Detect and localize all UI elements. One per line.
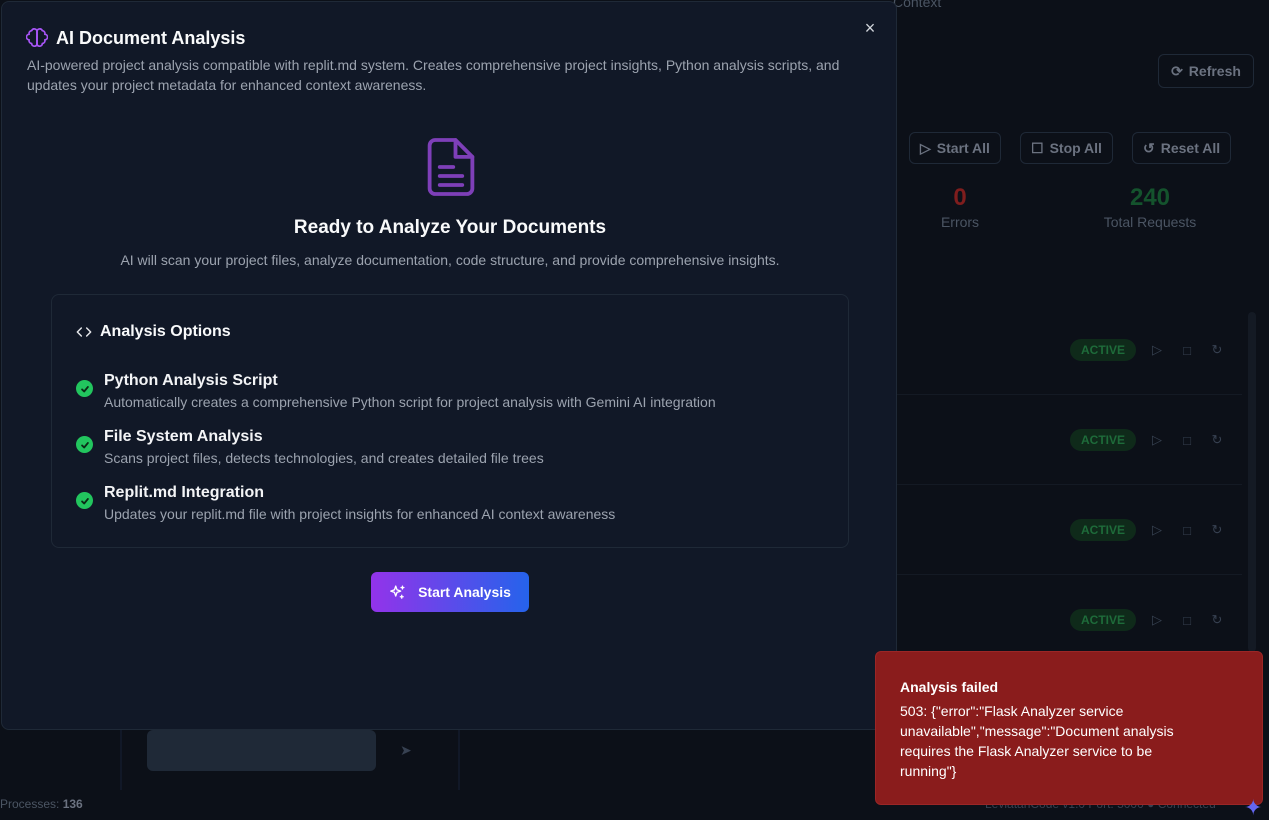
play-icon: ▷	[920, 139, 931, 156]
stop-icon[interactable]: □	[1175, 338, 1199, 362]
stop-icon[interactable]: □	[1175, 428, 1199, 452]
empty-state-description: AI will scan your project files, analyze…	[120, 252, 780, 268]
refresh-button[interactable]: ⟳ Refresh	[1158, 54, 1254, 88]
stop-icon: ☐	[1031, 139, 1044, 156]
toast-title: Analysis failed	[900, 679, 999, 695]
total-requests-label: Total Requests	[1103, 214, 1197, 230]
analysis-options-header: Analysis Options	[76, 323, 231, 341]
start-all-button[interactable]: ▷ Start All	[909, 132, 1001, 164]
error-toast[interactable]: Analysis failed 503: {"error":"Flask Ana…	[875, 651, 1263, 805]
analysis-options-title: Analysis Options	[100, 323, 231, 340]
total-requests-value: 240	[1129, 184, 1171, 211]
option-title: Python Analysis Script	[104, 372, 278, 389]
chat-input[interactable]	[147, 730, 376, 771]
dialog-description: AI-powered project analysis compatible w…	[27, 57, 840, 93]
file-text-icon	[427, 138, 475, 196]
errors-label: Errors	[940, 214, 980, 230]
play-icon[interactable]: ▷	[1145, 518, 1169, 542]
close-icon[interactable]: ×	[860, 18, 880, 38]
empty-state-title: Ready to Analyze Your Documents	[293, 217, 607, 238]
status-processes: Processes: 136	[0, 797, 83, 811]
option-replit-md-integration: Replit.md Integration Updates your repli…	[76, 483, 615, 523]
option-description: Automatically creates a comprehensive Py…	[104, 394, 716, 410]
ai-document-analysis-dialog: × AI Document Analysis AI-powered projec…	[1, 1, 897, 730]
toast-message: 503: {"error":"Flask Analyzer service un…	[900, 703, 1174, 779]
restart-icon[interactable]: ↻	[1205, 338, 1229, 362]
stop-all-button[interactable]: ☐ Stop All	[1020, 132, 1113, 164]
option-title: Replit.md Integration	[104, 484, 264, 501]
status-badge: ACTIVE	[1070, 609, 1136, 631]
option-description: Scans project files, detects technologie…	[104, 450, 544, 466]
option-python-analysis-script: Python Analysis Script Automatically cre…	[76, 371, 716, 411]
status-badge: ACTIVE	[1070, 519, 1136, 541]
dialog-title: AI Document Analysis	[26, 27, 245, 49]
reset-icon: ↺	[1143, 139, 1155, 156]
total-requests-stat: 240 Total Requests	[1090, 184, 1210, 230]
status-badge: ACTIVE	[1070, 429, 1136, 451]
reset-all-label: Reset All	[1160, 140, 1221, 156]
send-icon[interactable]: ➤	[400, 742, 412, 759]
check-circle-icon	[76, 436, 93, 453]
restart-icon[interactable]: ↻	[1205, 518, 1229, 542]
start-all-label: Start All	[936, 140, 990, 156]
play-icon[interactable]: ▷	[1145, 608, 1169, 632]
errors-value: 0	[953, 184, 967, 211]
play-icon[interactable]: ▷	[1145, 428, 1169, 452]
check-circle-icon	[76, 492, 93, 509]
refresh-label: Refresh	[1188, 63, 1241, 79]
sparkles-icon	[390, 584, 405, 599]
start-analysis-label: Start Analysis	[418, 584, 511, 600]
stop-icon[interactable]: □	[1175, 518, 1199, 542]
check-circle-icon	[76, 380, 93, 397]
reset-all-button[interactable]: ↺ Reset All	[1132, 132, 1232, 164]
refresh-icon: ⟳	[1171, 62, 1183, 79]
dialog-title-text: AI Document Analysis	[56, 27, 246, 48]
option-title: File System Analysis	[104, 428, 263, 445]
processes-label: Processes:	[0, 797, 60, 811]
analysis-options-card: Analysis Options Python Analysis Script …	[51, 294, 849, 548]
brain-icon	[26, 28, 48, 47]
restart-icon[interactable]: ↻	[1205, 428, 1229, 452]
option-description: Updates your replit.md file with project…	[104, 506, 616, 522]
processes-count: 136	[62, 797, 83, 811]
status-badge: ACTIVE	[1070, 339, 1136, 361]
play-icon[interactable]: ▷	[1145, 338, 1169, 362]
scrollbar[interactable]	[1248, 312, 1256, 652]
stop-icon[interactable]: □	[1175, 608, 1199, 632]
stop-all-label: Stop All	[1049, 140, 1102, 156]
restart-icon[interactable]: ↻	[1205, 608, 1229, 632]
context-label: Context	[893, 0, 942, 10]
errors-stat: 0 Errors	[920, 184, 1000, 230]
start-analysis-button[interactable]: Start Analysis	[371, 572, 529, 612]
sparkle-icon[interactable]: ✦	[1244, 795, 1262, 820]
option-file-system-analysis: File System Analysis Scans project files…	[76, 427, 544, 467]
code-icon	[76, 327, 92, 337]
